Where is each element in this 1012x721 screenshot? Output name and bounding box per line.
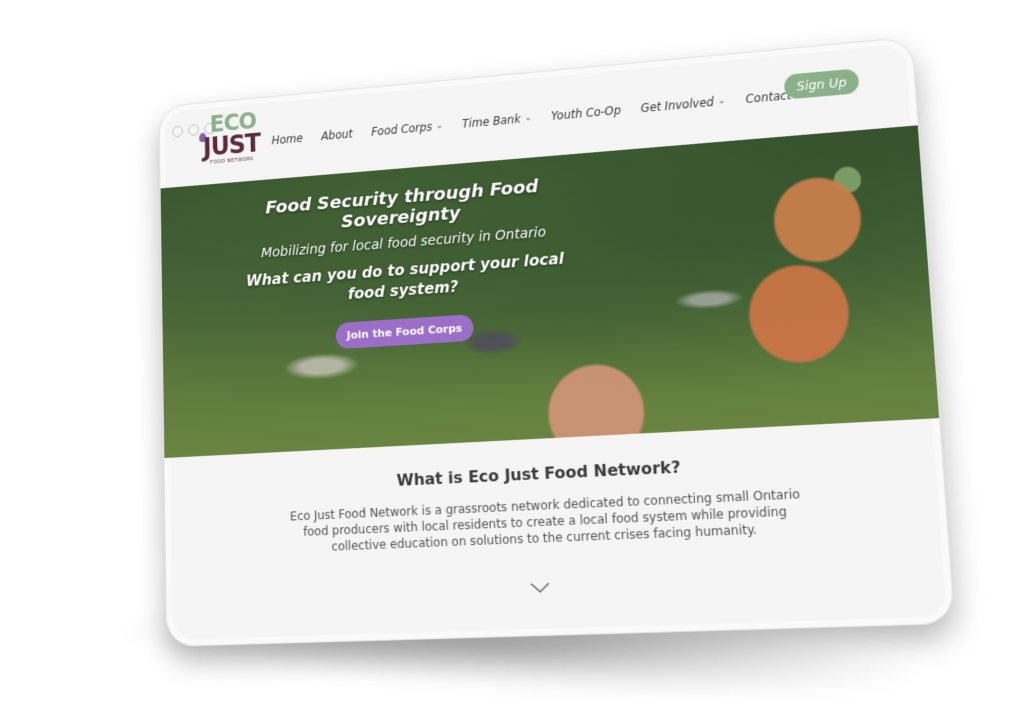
scroll-down-chevron-icon[interactable]: [529, 576, 552, 599]
hero-content: Food Security through Food Sovereignty M…: [233, 174, 580, 356]
chevron-down-icon: ⌄: [524, 113, 532, 124]
nav-item-food-corps[interactable]: Food Corps ⌄: [371, 119, 443, 139]
main-nav: Home About Food Corps ⌄ Time Bank ⌄ Yout…: [271, 88, 791, 147]
hero-banner: Food Security through Food Sovereignty M…: [160, 125, 940, 459]
nav-item-get-involved[interactable]: Get Involved ⌄: [640, 94, 725, 115]
nav-item-time-bank[interactable]: Time Bank ⌄: [462, 111, 532, 131]
nav-item-label: About: [320, 127, 353, 143]
site-logo[interactable]: ECO JUST FOOD NETWORK: [199, 107, 263, 172]
chevron-down-icon: ⌄: [717, 96, 726, 107]
nav-item-label: Food Corps: [371, 120, 433, 139]
nav-item-label: Time Bank: [461, 112, 521, 131]
nav-item-home[interactable]: Home: [271, 131, 302, 147]
nav-item-label: Home: [271, 131, 303, 148]
nav-item-youth-co-op[interactable]: Youth Co-Op: [551, 103, 621, 123]
nav-item-about[interactable]: About: [321, 127, 353, 143]
window-close-icon[interactable]: [172, 125, 183, 138]
nav-item-label: Youth Co-Op: [550, 103, 622, 123]
chevron-down-icon: ⌄: [435, 120, 444, 132]
window-minimize-icon[interactable]: [188, 123, 200, 137]
browser-window: ECO JUST FOOD NETWORK Home About Food Co…: [158, 36, 956, 648]
about-section: What is Eco Just Food Network? Eco Just …: [201, 447, 903, 560]
about-text: Eco Just Food Network is a grassroots ne…: [289, 486, 801, 554]
sign-up-button[interactable]: Sign Up: [783, 68, 860, 100]
nav-item-label: Get Involved: [640, 95, 715, 116]
